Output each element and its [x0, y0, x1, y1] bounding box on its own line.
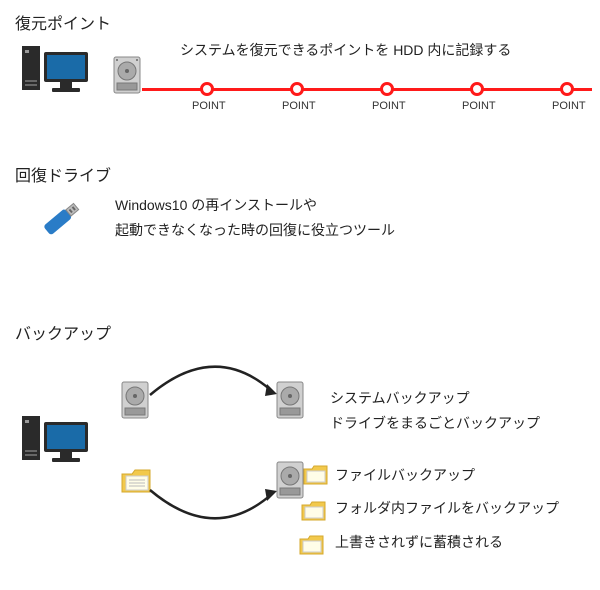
timeline-point-label: POINT	[552, 100, 586, 112]
folder-icon	[300, 500, 328, 527]
recovery-drive-line2: 起動できなくなった時の回復に役立つツール	[115, 220, 395, 240]
system-backup-title: システムバックアップ	[330, 388, 470, 408]
recovery-drive-line1: Windows10 の再インストールや	[115, 195, 317, 215]
timeline-point-label: POINT	[462, 100, 496, 112]
timeline-point	[200, 82, 214, 96]
arrow-icon	[145, 350, 285, 403]
file-backup-title: ファイルバックアップ	[335, 465, 475, 485]
hdd-icon	[112, 55, 142, 98]
folder-icon	[302, 464, 330, 491]
hdd-icon	[275, 380, 305, 423]
folder-icon	[298, 534, 326, 561]
section-title-recovery-drive: 回復ドライブ	[15, 162, 111, 186]
timeline-point-label: POINT	[282, 100, 316, 112]
hdd-icon	[275, 460, 305, 503]
timeline-point	[560, 82, 574, 96]
timeline-point-label: POINT	[372, 100, 406, 112]
timeline-point	[470, 82, 484, 96]
file-backup-desc: フォルダ内ファイルをバックアップ	[335, 498, 559, 518]
section-title-backup: バックアップ	[15, 320, 111, 344]
section-title-restore-point: 復元ポイント	[15, 10, 111, 34]
usb-icon	[35, 200, 85, 243]
restore-point-description: システムを復元できるポイントを HDD 内に記録する	[180, 40, 511, 60]
timeline-point	[380, 82, 394, 96]
timeline-point-label: POINT	[192, 100, 226, 112]
timeline-point	[290, 82, 304, 96]
file-backup-note: 上書きされずに蓄積される	[335, 532, 503, 552]
computer-icon	[20, 40, 92, 103]
system-backup-desc: ドライブをまるごとバックアップ	[330, 413, 540, 433]
arrow-icon	[145, 485, 285, 538]
computer-icon	[20, 410, 92, 473]
